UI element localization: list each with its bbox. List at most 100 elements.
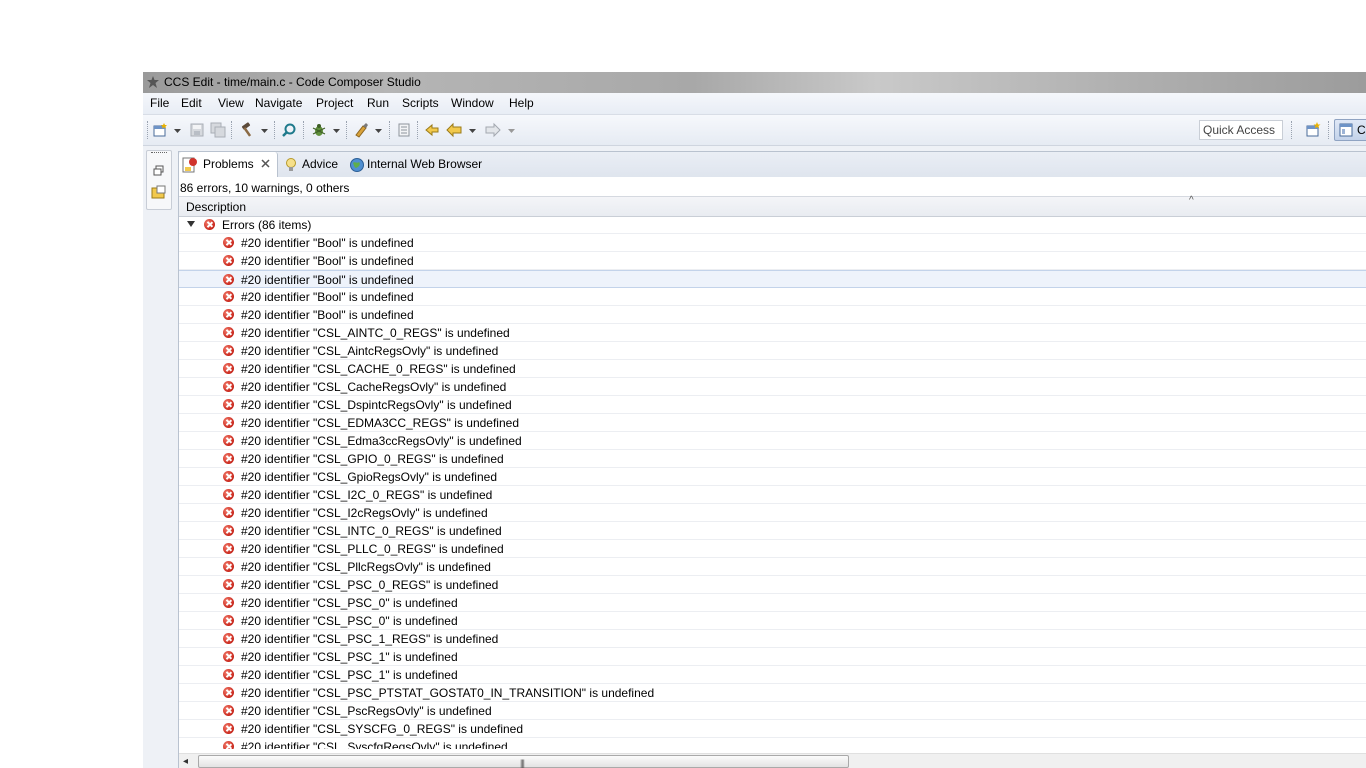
- table-row[interactable]: #20 identifier "CSL_GPIO_0_REGS" is unde…: [179, 450, 1366, 468]
- chevron-down-icon[interactable]: [508, 122, 515, 138]
- tab-internal-web-browser[interactable]: Internal Web Browser: [349, 152, 489, 177]
- problem-description: #20 identifier "Bool" is undefined: [241, 308, 414, 322]
- table-row[interactable]: #20 identifier "CSL_I2C_0_REGS" is undef…: [179, 486, 1366, 504]
- open-perspective-icon[interactable]: [1305, 122, 1321, 138]
- problem-description: #20 identifier "CSL_PLLC_0_REGS" is unde…: [241, 542, 504, 556]
- scroll-left-arrow-icon[interactable]: ◂: [183, 756, 188, 767]
- table-row[interactable]: #20 identifier "CSL_Edma3ccRegsOvly" is …: [179, 432, 1366, 450]
- error-icon: [223, 651, 234, 662]
- error-icon: [223, 579, 234, 590]
- table-row[interactable]: #20 identifier "Bool" is undefined: [179, 270, 1366, 288]
- expand-arrow-icon[interactable]: [187, 221, 195, 227]
- minimized-view-stack: [146, 150, 172, 210]
- problem-description: #20 identifier "CSL_PSC_0" is undefined: [241, 596, 458, 610]
- application-window: CCS Edit - time/main.c - Code Composer S…: [143, 72, 1366, 768]
- error-icon: [204, 219, 215, 230]
- table-row[interactable]: #20 identifier "CSL_PSC_0" is undefined: [179, 612, 1366, 630]
- debug-icon[interactable]: [311, 122, 327, 138]
- toolbar-separator: [274, 121, 276, 139]
- new-icon[interactable]: [152, 122, 168, 138]
- close-icon[interactable]: [260, 158, 271, 169]
- perspective-icon: [1339, 123, 1353, 137]
- error-icon: [223, 417, 234, 428]
- tree-group-row[interactable]: Errors (86 items): [179, 216, 1366, 234]
- error-icon: [223, 507, 234, 518]
- problem-description: #20 identifier "CSL_PSC_1_REGS" is undef…: [241, 632, 499, 646]
- problem-description: #20 identifier "CSL_PSC_0" is undefined: [241, 614, 458, 628]
- project-explorer-icon[interactable]: [151, 184, 167, 200]
- menu-run[interactable]: Run: [367, 96, 389, 110]
- table-row[interactable]: #20 identifier "CSL_PLLC_0_REGS" is unde…: [179, 540, 1366, 558]
- table-row[interactable]: #20 identifier "Bool" is undefined: [179, 288, 1366, 306]
- last-edit-icon[interactable]: [424, 122, 440, 138]
- toolbar-separator: [303, 121, 305, 139]
- quick-access-input[interactable]: Quick Access: [1199, 120, 1283, 140]
- flash-icon[interactable]: [353, 122, 369, 138]
- hammer-icon[interactable]: [239, 122, 255, 138]
- table-row[interactable]: #20 identifier "CSL_PscRegsOvly" is unde…: [179, 702, 1366, 720]
- menu-view[interactable]: View: [218, 96, 244, 110]
- table-row[interactable]: #20 identifier "CSL_SYSCFG_0_REGS" is un…: [179, 720, 1366, 738]
- toggle-view-icon[interactable]: [396, 122, 412, 138]
- table-row[interactable]: #20 identifier "Bool" is undefined: [179, 252, 1366, 270]
- search-icon[interactable]: [281, 122, 297, 138]
- table-row[interactable]: #20 identifier "CSL_DspintcRegsOvly" is …: [179, 396, 1366, 414]
- table-row[interactable]: #20 identifier "CSL_PSC_1" is undefined: [179, 666, 1366, 684]
- save-all-icon[interactable]: [210, 122, 226, 138]
- drag-handle[interactable]: [151, 152, 167, 155]
- table-row[interactable]: #20 identifier "CSL_PSC_PTSTAT_GOSTAT0_I…: [179, 684, 1366, 702]
- table-row[interactable]: #20 identifier "CSL_PSC_0" is undefined: [179, 594, 1366, 612]
- table-row[interactable]: #20 identifier "CSL_INTC_0_REGS" is unde…: [179, 522, 1366, 540]
- error-icon: [223, 255, 234, 266]
- chevron-down-icon[interactable]: [261, 122, 268, 138]
- sort-indicator-icon: ^: [1189, 195, 1194, 206]
- column-header-description[interactable]: Description: [186, 200, 246, 214]
- chevron-down-icon[interactable]: [469, 122, 476, 138]
- chevron-down-icon[interactable]: [174, 122, 181, 138]
- error-icon: [223, 363, 234, 374]
- table-row[interactable]: #20 identifier "CSL_SyscfgRegsOvly" is u…: [179, 738, 1366, 749]
- menu-window[interactable]: Window: [451, 96, 494, 110]
- save-icon[interactable]: [189, 122, 205, 138]
- table-row[interactable]: #20 identifier "Bool" is undefined: [179, 306, 1366, 324]
- window-title: CCS Edit - time/main.c - Code Composer S…: [164, 75, 421, 89]
- title-bar[interactable]: CCS Edit - time/main.c - Code Composer S…: [143, 72, 1366, 93]
- error-icon: [223, 291, 234, 302]
- table-row[interactable]: #20 identifier "CSL_GpioRegsOvly" is und…: [179, 468, 1366, 486]
- table-row[interactable]: #20 identifier "CSL_PSC_1" is undefined: [179, 648, 1366, 666]
- horizontal-scrollbar[interactable]: ◂ |||: [179, 753, 1366, 768]
- table-row[interactable]: #20 identifier "CSL_AintcRegsOvly" is un…: [179, 342, 1366, 360]
- scrollbar-thumb[interactable]: |||: [198, 755, 849, 768]
- restore-icon[interactable]: [151, 163, 167, 179]
- error-icon: [223, 543, 234, 554]
- problem-description: #20 identifier "Bool" is undefined: [241, 254, 414, 268]
- tab-problems[interactable]: Problems: [179, 152, 278, 177]
- table-row[interactable]: #20 identifier "CSL_AINTC_0_REGS" is und…: [179, 324, 1366, 342]
- chevron-down-icon[interactable]: [333, 122, 340, 138]
- table-row[interactable]: #20 identifier "CSL_PSC_1_REGS" is undef…: [179, 630, 1366, 648]
- chevron-down-icon[interactable]: [375, 122, 382, 138]
- menu-file[interactable]: File: [150, 96, 169, 110]
- table-row[interactable]: #20 identifier "CSL_CACHE_0_REGS" is und…: [179, 360, 1366, 378]
- view-tab-bar: Problems Advice Internal Web Browser: [179, 152, 1366, 177]
- table-row[interactable]: #20 identifier "CSL_CacheRegsOvly" is un…: [179, 378, 1366, 396]
- back-arrow-icon[interactable]: [446, 122, 462, 138]
- workbench-area: Problems Advice Internal Web Browser 86 …: [143, 146, 1366, 768]
- table-row[interactable]: #20 identifier "CSL_PSC_0_REGS" is undef…: [179, 576, 1366, 594]
- menu-help[interactable]: Help: [509, 96, 534, 110]
- menu-project[interactable]: Project: [316, 96, 353, 110]
- menu-edit[interactable]: Edit: [181, 96, 202, 110]
- error-icon: [223, 561, 234, 572]
- tab-advice[interactable]: Advice: [283, 152, 345, 177]
- problem-description: #20 identifier "CSL_Edma3ccRegsOvly" is …: [241, 434, 522, 448]
- toolbar-separator: [147, 121, 149, 139]
- menu-scripts[interactable]: Scripts: [402, 96, 439, 110]
- table-row[interactable]: #20 identifier "CSL_I2cRegsOvly" is unde…: [179, 504, 1366, 522]
- table-row[interactable]: #20 identifier "CSL_PllcRegsOvly" is und…: [179, 558, 1366, 576]
- problem-description: #20 identifier "CSL_I2cRegsOvly" is unde…: [241, 506, 488, 520]
- forward-arrow-icon[interactable]: [485, 122, 501, 138]
- perspective-ccs-edit-button[interactable]: C: [1334, 119, 1366, 141]
- table-row[interactable]: #20 identifier "CSL_EDMA3CC_REGS" is und…: [179, 414, 1366, 432]
- table-row[interactable]: #20 identifier "Bool" is undefined: [179, 234, 1366, 252]
- menu-navigate[interactable]: Navigate: [255, 96, 302, 110]
